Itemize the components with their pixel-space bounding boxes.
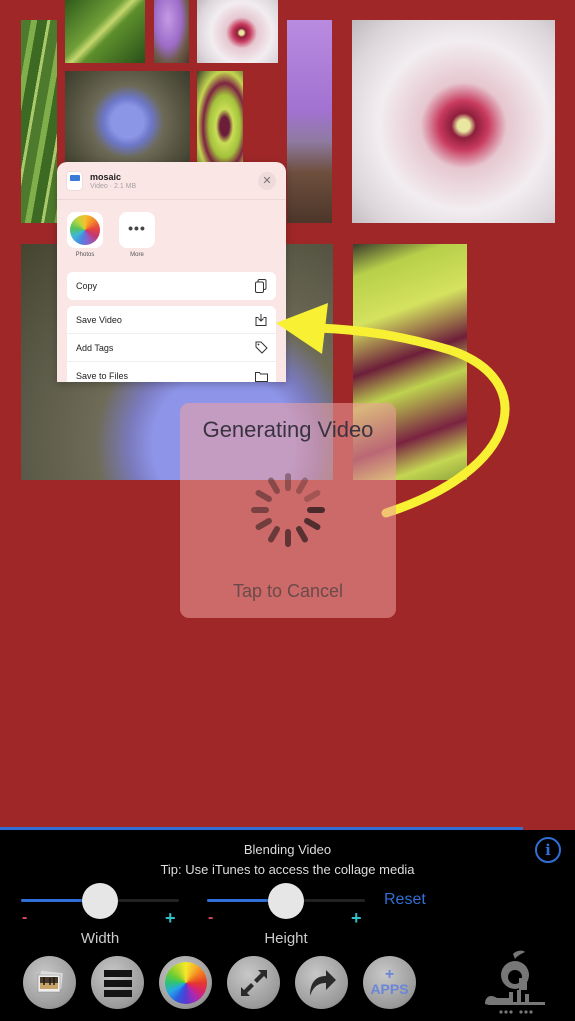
generating-video-dialog[interactable]: Generating Video Tap to Cancel (180, 403, 396, 618)
spinner-spoke (304, 518, 321, 530)
tip-text: Tip: Use iTunes to access the collage me… (160, 862, 415, 877)
apps-label: APPS (370, 980, 409, 997)
slider-thumb[interactable] (268, 883, 304, 919)
folder-icon (254, 369, 268, 382)
more-icon: ••• (128, 220, 146, 236)
action-label: Save Video (76, 314, 122, 325)
action-save-video[interactable]: Save Video (67, 306, 276, 334)
photo-tile-coleus[interactable] (197, 71, 243, 163)
progress-bar-fill (0, 827, 524, 830)
photo-stack-icon (37, 970, 63, 992)
width-slider[interactable] (21, 883, 179, 919)
close-button[interactable]: ✕ (258, 171, 276, 190)
height-decrease-button[interactable]: - (208, 909, 213, 927)
reset-button[interactable]: Reset (384, 891, 426, 909)
share-apps-row: Photos ••• More (57, 200, 286, 272)
close-icon: ✕ (262, 175, 272, 187)
spinner-spoke (268, 477, 280, 494)
spinner-spoke (268, 526, 280, 543)
watermark-logo (485, 950, 545, 1014)
action-label: Save to Files (76, 371, 129, 381)
resize-arrows-icon (240, 969, 267, 996)
share-sheet: mosaic Video · 2.1 MB ✕ Photos ••• More … (57, 162, 286, 382)
rows-layout-icon (103, 969, 132, 997)
tag-icon (254, 341, 268, 355)
share-tool-button[interactable] (295, 956, 348, 1009)
action-save-to-files[interactable]: Save to Files (67, 362, 276, 382)
file-subtitle: Video · 2.1 MB (90, 182, 137, 190)
spinner-spoke (255, 490, 272, 502)
share-app-more[interactable]: ••• More (119, 212, 155, 272)
video-file-icon (67, 171, 82, 190)
color-tool-button[interactable] (159, 956, 212, 1009)
height-slider[interactable] (207, 883, 365, 919)
photo-tile-hibiscus-large[interactable] (352, 20, 555, 223)
progress-bar (0, 827, 575, 830)
share-app-photos[interactable]: Photos (67, 212, 103, 272)
layout-tool-button[interactable] (91, 956, 144, 1009)
width-decrease-button[interactable]: - (22, 909, 27, 927)
more-apps-button[interactable]: + APPS (363, 956, 416, 1009)
apps-plus-icon: + (384, 965, 395, 983)
photos-tool-button[interactable] (23, 956, 76, 1009)
save-download-icon (254, 313, 268, 327)
action-group-primary: Copy (67, 272, 276, 300)
color-wheel-icon (164, 961, 207, 1004)
loading-spinner-icon (251, 473, 325, 547)
action-copy[interactable]: Copy (67, 272, 276, 300)
app-label: Photos (75, 252, 95, 258)
photos-icon (70, 215, 100, 245)
action-label: Add Tags (76, 342, 114, 353)
photo-tile-hibiscus-small[interactable] (197, 0, 278, 63)
photo-tile-leaf[interactable] (65, 0, 145, 63)
width-label: Width (80, 930, 120, 947)
height-increase-button[interactable]: + (351, 908, 362, 929)
photo-tile-chicory[interactable] (65, 71, 190, 163)
resize-tool-button[interactable] (227, 956, 280, 1009)
action-add-tags[interactable]: Add Tags (67, 334, 276, 362)
share-sheet-header: mosaic Video · 2.1 MB ✕ (57, 162, 286, 200)
control-panel: Blending Video Tip: Use iTunes to access… (0, 827, 575, 1021)
share-arrow-icon (309, 969, 336, 996)
photo-tile-crocus-tall[interactable] (287, 20, 332, 223)
height-label: Height (264, 930, 308, 947)
app-label: More (130, 252, 144, 258)
generating-title: Generating Video (202, 417, 374, 442)
photo-tile-crocus[interactable] (154, 0, 189, 63)
spinner-spoke (304, 490, 321, 502)
action-group-secondary: Save Video Add Tags Save to Files (67, 306, 276, 382)
spinner-spoke (296, 477, 308, 494)
file-name: mosaic (90, 171, 122, 182)
copy-icon (254, 279, 268, 293)
spinner-spoke (296, 526, 308, 543)
status-text: Blending Video (243, 842, 332, 857)
info-button[interactable]: i (535, 837, 561, 863)
spinner-spoke (255, 518, 272, 530)
tap-to-cancel[interactable]: Tap to Cancel (180, 581, 396, 602)
info-icon: i (545, 841, 551, 859)
photo-tile-leaf-stripe[interactable] (21, 20, 57, 223)
slider-thumb[interactable] (82, 883, 118, 919)
width-increase-button[interactable]: + (165, 908, 176, 929)
action-label: Copy (76, 281, 98, 291)
